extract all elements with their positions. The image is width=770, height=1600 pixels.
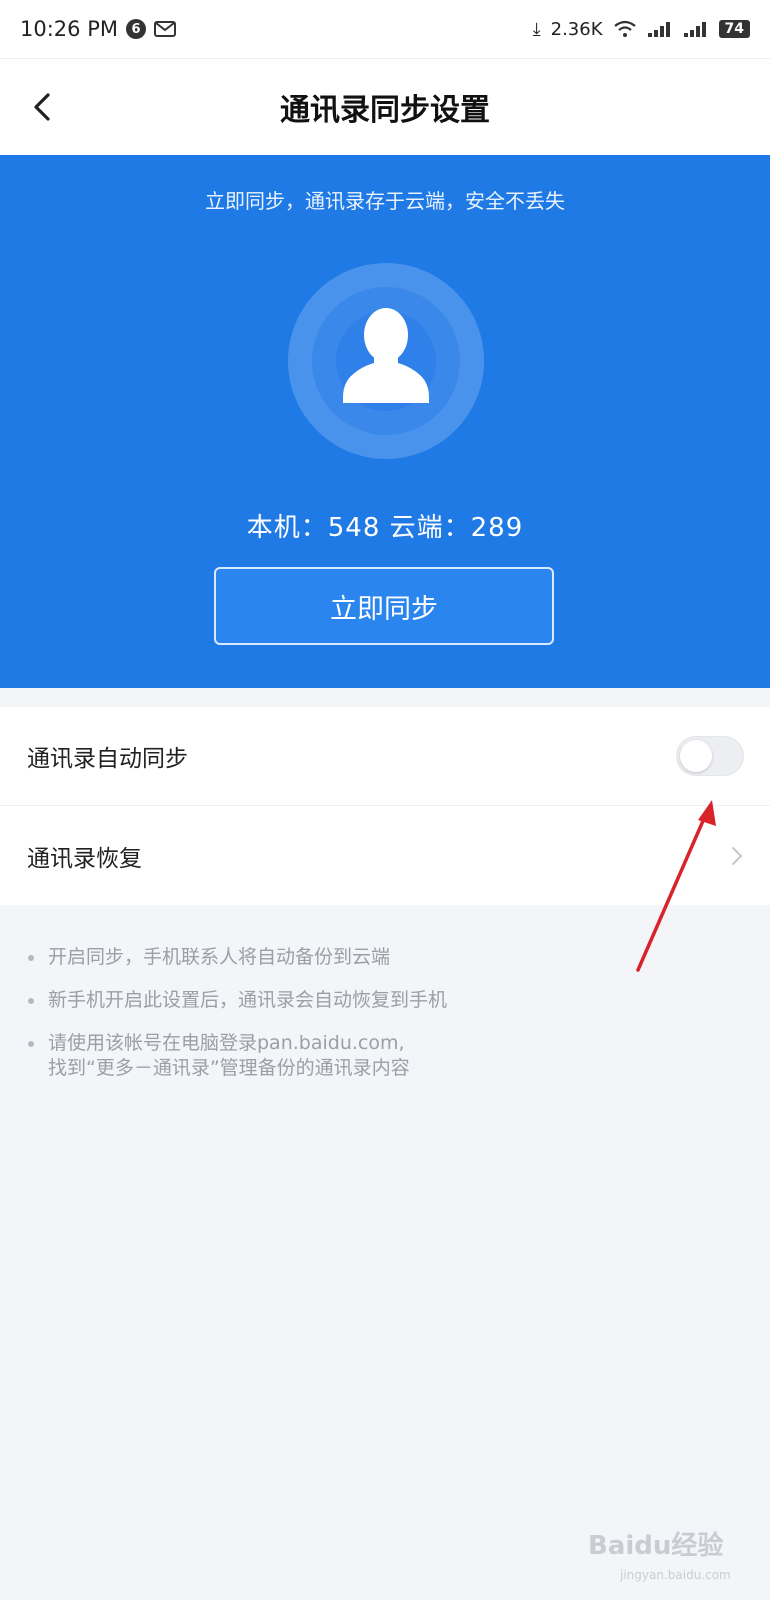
status-left: 10:26 PM 6 xyxy=(20,17,176,41)
status-right: ⤓ 2.36K 74 xyxy=(533,19,750,40)
page-title: 通讯录同步设置 xyxy=(280,93,490,128)
battery-icon: 74 xyxy=(718,20,750,38)
note-item: 新手机开启此设置后，通讯录会自动恢复到手机 xyxy=(26,988,726,1013)
bullet-dot xyxy=(28,998,34,1004)
contact-person-icon xyxy=(343,308,429,403)
bullet-dot xyxy=(28,1041,34,1047)
signal-icon xyxy=(647,22,670,37)
status-bar: 10:26 PM 6 ⤓ 2.36K 74 xyxy=(0,0,770,58)
net-speed: 2.36K xyxy=(550,18,603,40)
avatar xyxy=(288,263,484,459)
banner-tip: 立即同步，通讯录存于云端，安全不丢失 xyxy=(205,189,565,213)
watermark-url: jingyan.baidu.com xyxy=(620,1568,731,1582)
baidu-watermark: Baidu经验 xyxy=(588,1531,724,1561)
signal-icon-2 xyxy=(683,22,706,37)
chevron-right-icon xyxy=(732,846,743,865)
mail-icon xyxy=(153,21,176,37)
sync-banner: 立即同步，通讯录存于云端，安全不丢失 本机：548 云端：289 立即同步 xyxy=(0,155,770,688)
contact-restore-label: 通讯录恢复 xyxy=(27,845,142,872)
download-icon: ⤓ xyxy=(532,18,541,40)
wifi-icon xyxy=(613,20,636,37)
contact-counts: 本机：548 云端：289 xyxy=(246,513,524,543)
annotation-arrow xyxy=(636,800,716,972)
status-time: 10:26 PM xyxy=(20,17,118,41)
note-item: 请使用该帐号在电脑登录pan.baidu.com, 找到“更多－通讯录”管理备份… xyxy=(26,1031,726,1081)
auto-sync-label: 通讯录自动同步 xyxy=(27,746,188,772)
notification-count-badge: 6 xyxy=(125,19,146,39)
sync-now-button[interactable]: 立即同步 xyxy=(214,567,554,645)
bullet-dot xyxy=(28,955,34,961)
toggle-knob xyxy=(680,740,712,772)
page-header: 通讯录同步设置 xyxy=(0,58,770,155)
auto-sync-toggle[interactable] xyxy=(676,736,744,776)
